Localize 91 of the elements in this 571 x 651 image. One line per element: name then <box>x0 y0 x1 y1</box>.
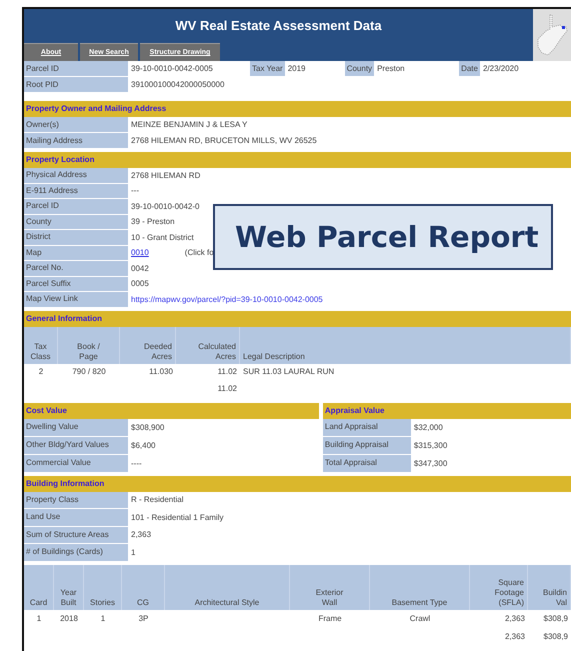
table-cell-text: 2018 <box>59 612 79 625</box>
state-map-icon <box>536 13 568 57</box>
column-header: Deeded Acres <box>120 326 176 364</box>
table-cell-text: 11.030 <box>148 366 174 378</box>
map-link[interactable]: 0010 <box>131 248 149 258</box>
table-cell-text: Frame <box>317 612 343 625</box>
field-value: --- <box>130 185 140 198</box>
field-label: Map View Link <box>24 292 128 308</box>
column-header: Calculated Acres <box>176 326 240 364</box>
field-label: County <box>344 61 374 77</box>
section-header: Appraisal Value <box>322 402 571 418</box>
table-cell-text: 1 <box>100 612 106 625</box>
callout-label: Web Parcel Report <box>213 204 553 270</box>
column-header: Square Footage (SFLA) <box>470 564 528 610</box>
column-header: Year Built <box>54 564 84 610</box>
field-value: $32,000 <box>412 422 444 434</box>
table-cell-text: Crawl <box>408 612 432 625</box>
table-cell-text: $308,9 <box>542 630 569 643</box>
field-label: Building Appraisal <box>322 436 411 454</box>
field-label: Dwelling Value <box>24 418 128 436</box>
table-cell-text: SUR 11.03 LAURAL RUN <box>242 366 336 378</box>
field-value: ---- <box>130 458 143 470</box>
column-header: Card <box>24 564 54 610</box>
table-cell-text: 790 / 820 <box>71 366 107 378</box>
table-cell-text: 11.02 <box>216 366 238 378</box>
column-header: Buildin Val <box>528 564 571 610</box>
field-value: 391000100042000050000 <box>130 79 226 92</box>
column-header: Basement Type <box>370 564 470 610</box>
field-value: 2/23/2020 <box>482 63 520 76</box>
field-label: Other Bldg/Yard Values <box>24 436 128 454</box>
field-value: 0042 <box>130 262 150 275</box>
field-value: Preston <box>376 63 406 76</box>
section-header: General Information <box>24 310 571 326</box>
field-value: MEINZE BENJAMIN J & LESA Y <box>130 119 248 132</box>
field-label: Owner(s) <box>24 117 128 133</box>
field-label: Parcel Suffix <box>24 276 128 292</box>
column-header: Legal Description <box>240 326 571 364</box>
table-cell-text: 1 <box>36 612 42 625</box>
field-value: R - Residential <box>130 494 184 506</box>
field-value: 1 <box>130 546 136 559</box>
section-header: Property Owner and Mailing Address <box>24 101 571 117</box>
field-label: Land Appraisal <box>322 418 411 436</box>
table-cell-text: $308,9 <box>542 612 569 625</box>
field-label: Parcel ID <box>24 199 128 214</box>
field-value: 2,363 <box>130 529 152 542</box>
field-label: Land Use <box>24 509 128 526</box>
field-label: Root PID <box>24 77 128 93</box>
page-title: WV Real Estate Assessment Data <box>174 17 383 35</box>
field-label: Commercial Value <box>24 454 128 472</box>
field-value: 2768 HILEMAN RD <box>130 170 202 182</box>
column-header: CG <box>122 564 165 610</box>
field-value: 2019 <box>286 63 306 76</box>
field-label: Sum of Structure Areas <box>24 526 128 544</box>
section-header: Building Information <box>24 476 571 492</box>
column-header: Book / Page <box>58 326 120 364</box>
field-value: 39-10-0010-0042-0005 <box>130 63 214 76</box>
field-value: 2768 HILEMAN RD, BRUCETON MILLS, WV 26525 <box>130 135 318 148</box>
field-value: 101 - Residential 1 Family <box>130 512 224 524</box>
section-header: Cost Value <box>24 402 319 418</box>
table-cell-text: 2,363 <box>504 630 526 643</box>
field-label: Map <box>24 246 128 261</box>
field-label: Tax Year <box>250 61 285 77</box>
field-label: Total Appraisal <box>322 454 411 472</box>
field-value: $347,300 <box>412 458 448 470</box>
table-cell-text: 2,363 <box>504 612 526 625</box>
column-header: Tax Class <box>24 326 58 364</box>
field-label: Parcel ID <box>24 61 128 77</box>
field-label: E-911 Address <box>24 184 128 199</box>
column-header: Exterior Wall <box>290 564 370 610</box>
field-value: $315,300 <box>412 440 448 452</box>
field-label: District <box>24 230 128 246</box>
field-label: County <box>24 214 128 230</box>
table-cell-text: 11.02 <box>216 383 238 396</box>
field-value: $6,400 <box>130 440 156 452</box>
field-value: 39 - Preston <box>130 216 176 228</box>
field-value: 0005 <box>130 278 150 290</box>
section-header: Property Location <box>24 152 571 168</box>
field-label: Property Class <box>24 492 128 509</box>
field-value: $308,900 <box>130 422 166 434</box>
field-label: Parcel No. <box>24 261 128 276</box>
column-header: Stories <box>84 564 122 610</box>
field-value: 39-10-0010-0042-0 <box>130 200 200 213</box>
field-label: Physical Address <box>24 168 128 184</box>
field-label: Date <box>459 61 480 77</box>
field-label: # of Buildings (Cards) <box>24 544 128 562</box>
column-header: Architectural Style <box>165 564 290 610</box>
table-cell-text: 3P <box>138 612 150 625</box>
table-cell-text: 2 <box>38 366 44 378</box>
map-view-link[interactable]: https://mapwv.gov/parcel/?pid=39-10-0010-0042-0005 <box>128 292 326 308</box>
field-label: Mailing Address <box>24 133 128 149</box>
field-value: 10 - Grant District <box>130 232 195 244</box>
